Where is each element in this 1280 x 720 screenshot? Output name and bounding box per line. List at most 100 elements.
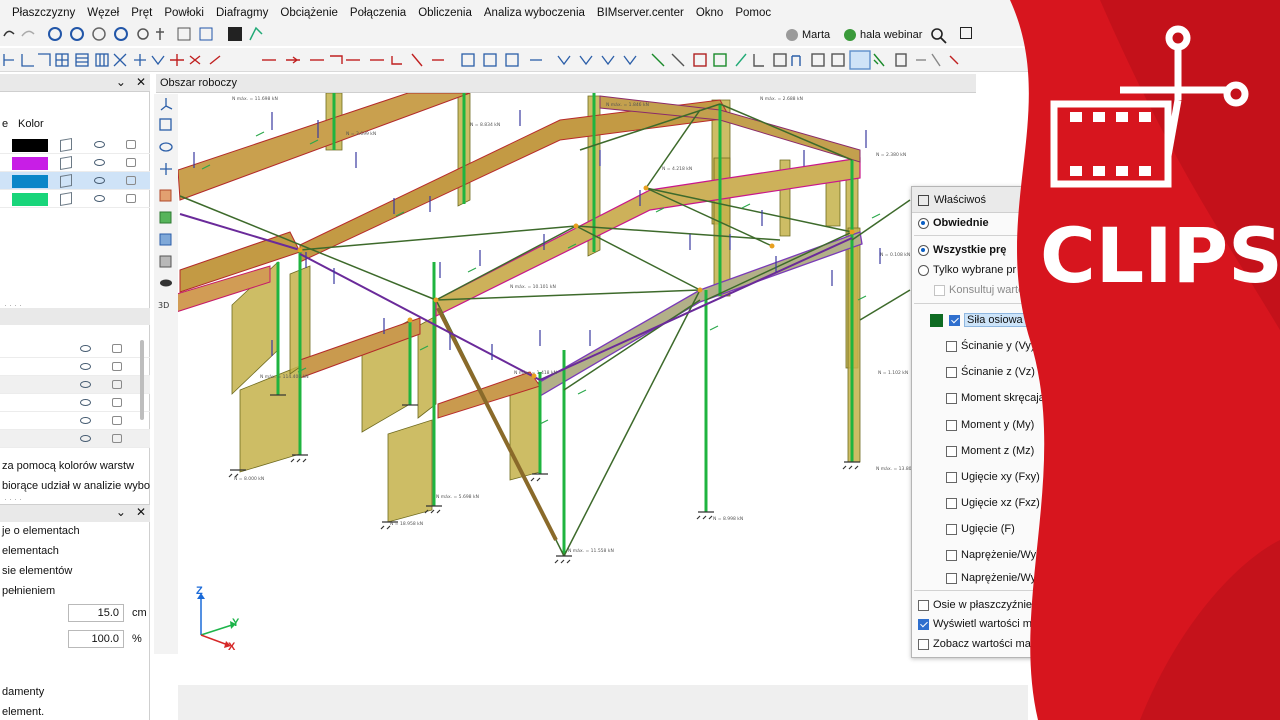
eye-icon[interactable] xyxy=(94,195,105,202)
elements-axes-option[interactable]: sie elementów xyxy=(2,565,72,577)
collapse-icon[interactable]: ⌄ xyxy=(116,75,126,89)
eye-icon[interactable] xyxy=(80,417,91,424)
search-button[interactable] xyxy=(928,25,950,45)
envelopes-radio[interactable]: Obwiednie xyxy=(918,214,989,232)
moment-z-checkbox[interactable]: Moment z (Mz) xyxy=(946,442,1034,460)
checkbox-consult[interactable] xyxy=(934,284,945,296)
checkbox-shear-z[interactable] xyxy=(946,366,957,378)
stress-checkbox-1[interactable]: Naprężenie/Wykorz xyxy=(946,546,1057,564)
element-option[interactable]: element. xyxy=(2,706,44,718)
lock-icon[interactable] xyxy=(112,416,122,425)
shear-z-checkbox[interactable]: Ścinanie z (Vz) xyxy=(946,363,1035,381)
filled-option[interactable]: pełnieniem xyxy=(2,585,55,597)
layer-row[interactable] xyxy=(0,190,150,208)
menu-planes[interactable]: Płaszczyzny xyxy=(12,7,75,19)
grid-row[interactable] xyxy=(0,376,150,394)
layer-row[interactable] xyxy=(0,154,150,172)
checkbox-torsion[interactable] xyxy=(946,392,957,404)
elements-option[interactable]: elementach xyxy=(2,545,59,557)
eye-icon[interactable] xyxy=(80,435,91,442)
view-toolbar-icons[interactable]: 3D xyxy=(154,94,178,324)
radio-all-bars[interactable] xyxy=(918,244,929,256)
close-icon[interactable]: ✕ xyxy=(136,505,146,519)
menu-node[interactable]: Węzeł xyxy=(87,7,119,19)
menu-window[interactable]: Okno xyxy=(696,7,724,19)
layer-row[interactable] xyxy=(0,136,150,154)
left-scrollbar[interactable] xyxy=(140,340,144,420)
checkbox-moment-y[interactable] xyxy=(946,419,957,431)
lock-icon[interactable] xyxy=(112,344,122,353)
deflection-xz-checkbox[interactable]: Ugięcie xz (Fxz) xyxy=(946,494,1040,512)
user-indicator[interactable]: Marta xyxy=(786,26,830,44)
foundations-option[interactable]: damenty xyxy=(2,686,44,698)
percent-input[interactable]: 100.0 xyxy=(68,630,124,648)
cube-icon[interactable] xyxy=(60,137,72,153)
consult-checkbox[interactable]: Konsultuj warto xyxy=(934,281,1024,299)
checkbox-moment-z[interactable] xyxy=(946,445,957,457)
structure-3d-model[interactable]: N máx. = 11.698 kN N = 8.834 kN N máx. = … xyxy=(178,93,1028,685)
deflection-xy-checkbox[interactable]: Ugięcie xy (Fxy) xyxy=(946,468,1040,486)
checkbox-show-max[interactable] xyxy=(918,618,929,630)
checkbox-see-max[interactable] xyxy=(918,638,929,650)
toolbar-bottom-icons[interactable] xyxy=(0,48,980,72)
elements-info-option[interactable]: je o elementach xyxy=(2,525,80,537)
menu-connections[interactable]: Połączenia xyxy=(350,7,406,19)
lock-icon[interactable] xyxy=(112,434,122,443)
checkbox-deflection-xy[interactable] xyxy=(946,471,957,483)
eye-icon[interactable] xyxy=(80,399,91,406)
layer-color-swatch[interactable] xyxy=(12,175,48,188)
eye-icon[interactable] xyxy=(94,177,105,184)
checkbox-deflection-xz[interactable] xyxy=(946,497,957,509)
torsion-checkbox[interactable]: Moment skręcają xyxy=(946,389,1045,407)
checkbox-axes-plane[interactable] xyxy=(918,599,929,611)
radio-envelopes[interactable] xyxy=(918,217,929,229)
cube-icon[interactable] xyxy=(60,191,72,207)
menu-loads[interactable]: Obciążenie xyxy=(280,7,338,19)
eye-icon[interactable] xyxy=(80,381,91,388)
lock-icon[interactable] xyxy=(126,140,136,149)
axial-force-checkbox[interactable]: Siła osiowa (N xyxy=(930,311,1041,329)
cube-icon[interactable] xyxy=(60,155,72,171)
checkbox-deflection[interactable] xyxy=(946,523,957,535)
deflection-checkbox[interactable]: Ugięcie (F) xyxy=(946,520,1015,538)
layer-color-swatch[interactable] xyxy=(12,193,48,206)
shear-y-checkbox[interactable]: Ścinanie y (Vy) xyxy=(946,337,1035,355)
grid-row[interactable] xyxy=(0,340,150,358)
toolbar-top-icons[interactable] xyxy=(0,24,290,46)
lock-icon[interactable] xyxy=(126,194,136,203)
checkbox-stress-2[interactable] xyxy=(946,572,957,584)
lock-icon[interactable] xyxy=(126,176,136,185)
stress-checkbox-2[interactable]: Naprężenie/Wykorz xyxy=(946,569,1057,587)
radio-selected-bars[interactable] xyxy=(918,264,929,276)
moment-y-checkbox[interactable]: Moment y (My) xyxy=(946,416,1034,434)
menu-bar-element[interactable]: Pręt xyxy=(131,7,152,19)
axes-plane-checkbox[interactable]: Osie w płaszczyźnie okna xyxy=(918,596,1059,614)
eye-icon[interactable] xyxy=(80,345,91,352)
menu-diaphragms[interactable]: Diafragmy xyxy=(216,7,268,19)
lock-icon[interactable] xyxy=(112,380,122,389)
work-area[interactable]: N máx. = 11.698 kN N = 8.834 kN N máx. = … xyxy=(178,93,1028,685)
buckling-option[interactable]: biorące udział w analizie wybo xyxy=(2,480,150,492)
menu-help[interactable]: Pomoc xyxy=(735,7,771,19)
menu-shells[interactable]: Powłoki xyxy=(164,7,204,19)
workspace-tab[interactable]: Obszar roboczy xyxy=(156,74,976,93)
selected-bars-radio[interactable]: Tylko wybrane pr xyxy=(918,261,1016,279)
collapse-icon[interactable]: ⌄ xyxy=(116,505,126,519)
layer-color-swatch[interactable] xyxy=(12,157,48,170)
grid-row[interactable] xyxy=(0,358,150,376)
close-icon[interactable]: ✕ xyxy=(136,75,146,89)
project-indicator[interactable]: hala webinar xyxy=(844,26,922,44)
layer-color-swatch[interactable] xyxy=(12,139,48,152)
checkbox-axial-force[interactable] xyxy=(949,314,960,326)
menu-buckling[interactable]: Analiza wyboczenia xyxy=(484,7,585,19)
menu-bimserver[interactable]: BIMserver.center xyxy=(597,7,684,19)
see-max-checkbox[interactable]: Zobacz wartości maksym xyxy=(918,635,1056,653)
eye-icon[interactable] xyxy=(94,159,105,166)
lock-icon[interactable] xyxy=(112,362,122,371)
layer-row-selected[interactable] xyxy=(0,172,150,190)
eye-icon[interactable] xyxy=(94,141,105,148)
maximize-icon[interactable] xyxy=(960,27,972,39)
lock-icon[interactable] xyxy=(112,398,122,407)
cube-icon[interactable] xyxy=(60,173,72,189)
lock-icon[interactable] xyxy=(126,158,136,167)
